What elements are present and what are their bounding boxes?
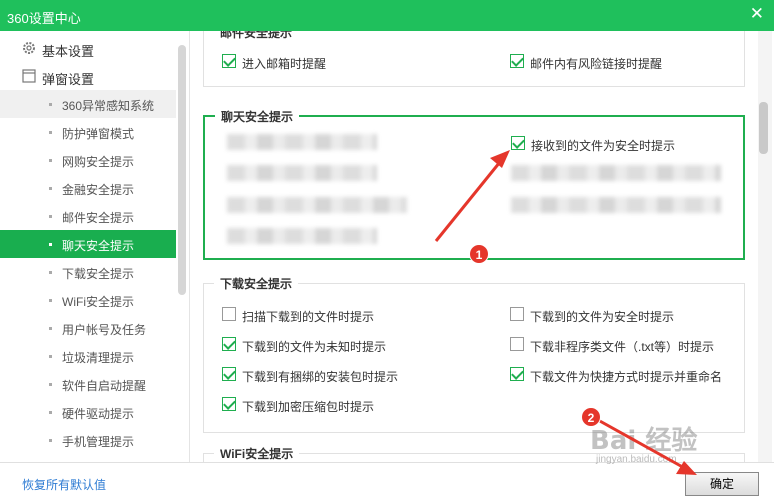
bullet [49, 439, 52, 442]
checkbox[interactable] [510, 307, 524, 321]
baidu-watermark-logo: Bai 经验 [590, 426, 698, 456]
option-label: 扫描下载到的文件时提示 [242, 310, 375, 324]
download-section: 下载安全提示 扫描下载到的文件时提示 下载到的文件为安全时提示 下载到的文件为未… [203, 275, 745, 433]
bullet [49, 355, 52, 358]
bullet [49, 215, 52, 218]
footer: 恢复所有默认值 确定 [0, 462, 774, 499]
sidebar-item-wifi[interactable]: WiFi安全提示 [0, 286, 176, 314]
baidu-watermark-url: jingyan.baidu.com [596, 454, 677, 465]
restore-defaults-link[interactable]: 恢复所有默认值 [22, 476, 106, 493]
checkbox[interactable] [510, 337, 524, 351]
bullet [49, 271, 52, 274]
sidebar-item-label: 360异常感知系统 [62, 99, 155, 113]
sidebar-item-download[interactable]: 下载安全提示 [0, 258, 176, 286]
gear-icon [23, 42, 35, 54]
checkbox[interactable] [222, 307, 236, 321]
sidebar-item-phone[interactable]: 手机管理提示 [0, 426, 176, 454]
sidebar-item-popup-mode[interactable]: 防护弹窗模式 [0, 118, 176, 146]
option-label: 接收到的文件为安全时提示 [531, 139, 676, 153]
sidebar-item-label: 金融安全提示 [62, 183, 135, 197]
checkbox[interactable] [510, 54, 524, 68]
blurred-option [227, 165, 377, 181]
bullet [49, 411, 52, 414]
option-label: 下载到的文件为未知时提示 [242, 340, 387, 354]
content-scrollbar-thumb[interactable] [759, 102, 768, 154]
checkbox[interactable] [222, 367, 236, 381]
option-label: 下载非程序类文件（.txt等）时提示 [530, 340, 715, 354]
bullet [49, 187, 52, 190]
option-label: 下载到的文件为安全时提示 [530, 310, 675, 324]
title-bar: 360设置中心 ✕ [0, 0, 774, 31]
bullet [49, 103, 52, 106]
sidebar-item-mail[interactable]: 邮件安全提示 [0, 202, 176, 230]
bullet [49, 299, 52, 302]
annotation-badge-1: 1 [469, 244, 489, 264]
sidebar-item-account[interactable]: 用户帐号及任务 [0, 314, 176, 342]
sidebar: 基本设置 弹窗设置 360异常感知系统 防护弹窗模式 网购安全提示 金融安全提示… [0, 31, 190, 462]
sidebar-item-label: WiFi安全提示 [62, 295, 134, 309]
sidebar-item-label: 下载安全提示 [62, 267, 135, 281]
sidebar-group-label: 基本设置 [42, 44, 95, 59]
checkbox[interactable] [510, 367, 524, 381]
section-title: 下载安全提示 [214, 275, 299, 292]
sidebar-item-label: 聊天安全提示 [62, 239, 135, 253]
sidebar-item-autostart[interactable]: 软件自启动提醒 [0, 370, 176, 398]
sidebar-item-label: 手机管理提示 [62, 435, 135, 449]
sidebar-item-label: 硬件驱动提示 [62, 407, 135, 421]
bullet [49, 327, 52, 330]
sidebar-item-label: 防护弹窗模式 [62, 127, 135, 141]
sidebar-item-label: 用户帐号及任务 [62, 323, 147, 337]
blurred-option [227, 134, 377, 150]
blurred-option [511, 165, 721, 181]
sidebar-item-label: 软件自启动提醒 [62, 379, 147, 393]
section-title: 聊天安全提示 [215, 108, 300, 125]
sidebar-item-finance[interactable]: 金融安全提示 [0, 174, 176, 202]
bullet [49, 243, 52, 246]
window-icon [22, 69, 36, 83]
sidebar-group-popup[interactable]: 弹窗设置 [0, 62, 178, 90]
checkbox[interactable] [222, 54, 236, 68]
section-title: 邮件安全提示 [214, 31, 299, 41]
bullet [49, 383, 52, 386]
chat-section: 聊天安全提示 接收到的文件为安全时提示 [203, 108, 745, 260]
option-label: 下载到有捆绑的安装包时提示 [242, 370, 399, 384]
blurred-option [511, 197, 721, 213]
window-title: 360设置中心 [7, 11, 81, 26]
annotation-badge-2: 2 [581, 407, 601, 427]
sidebar-item-shopping[interactable]: 网购安全提示 [0, 146, 176, 174]
sidebar-item-chat[interactable]: 聊天安全提示 [0, 230, 176, 258]
content-scrollbar-track[interactable] [758, 31, 772, 462]
section-title: WiFi安全提示 [214, 445, 300, 462]
option-label: 进入邮箱时提醒 [242, 57, 327, 71]
sidebar-group-label: 弹窗设置 [42, 72, 95, 87]
sidebar-item-label: 网购安全提示 [62, 155, 135, 169]
sidebar-item-label: 垃圾清理提示 [62, 351, 135, 365]
option-label: 下载文件为快捷方式时提示并重命名 [530, 370, 723, 384]
mail-section: 邮件安全提示 进入邮箱时提醒 邮件内有风险链接时提醒 [203, 31, 745, 87]
option-label: 邮件内有风险链接时提醒 [530, 57, 663, 71]
option-label: 下载到加密压缩包时提示 [242, 400, 375, 414]
sidebar-item-cleanup[interactable]: 垃圾清理提示 [0, 342, 176, 370]
blurred-option [227, 228, 377, 244]
sidebar-group-basic[interactable]: 基本设置 [0, 34, 178, 62]
sidebar-scrollbar[interactable] [178, 45, 186, 295]
blurred-option [227, 197, 407, 213]
sidebar-item-anomaly[interactable]: 360异常感知系统 [0, 90, 176, 118]
ok-button[interactable]: 确定 [685, 472, 759, 496]
bullet [49, 159, 52, 162]
sidebar-item-driver[interactable]: 硬件驱动提示 [0, 398, 176, 426]
bullet [49, 131, 52, 134]
sidebar-item-label: 邮件安全提示 [62, 211, 135, 225]
checkbox[interactable] [511, 136, 525, 150]
checkbox[interactable] [222, 397, 236, 411]
checkbox[interactable] [222, 337, 236, 351]
close-icon[interactable]: ✕ [750, 5, 764, 23]
